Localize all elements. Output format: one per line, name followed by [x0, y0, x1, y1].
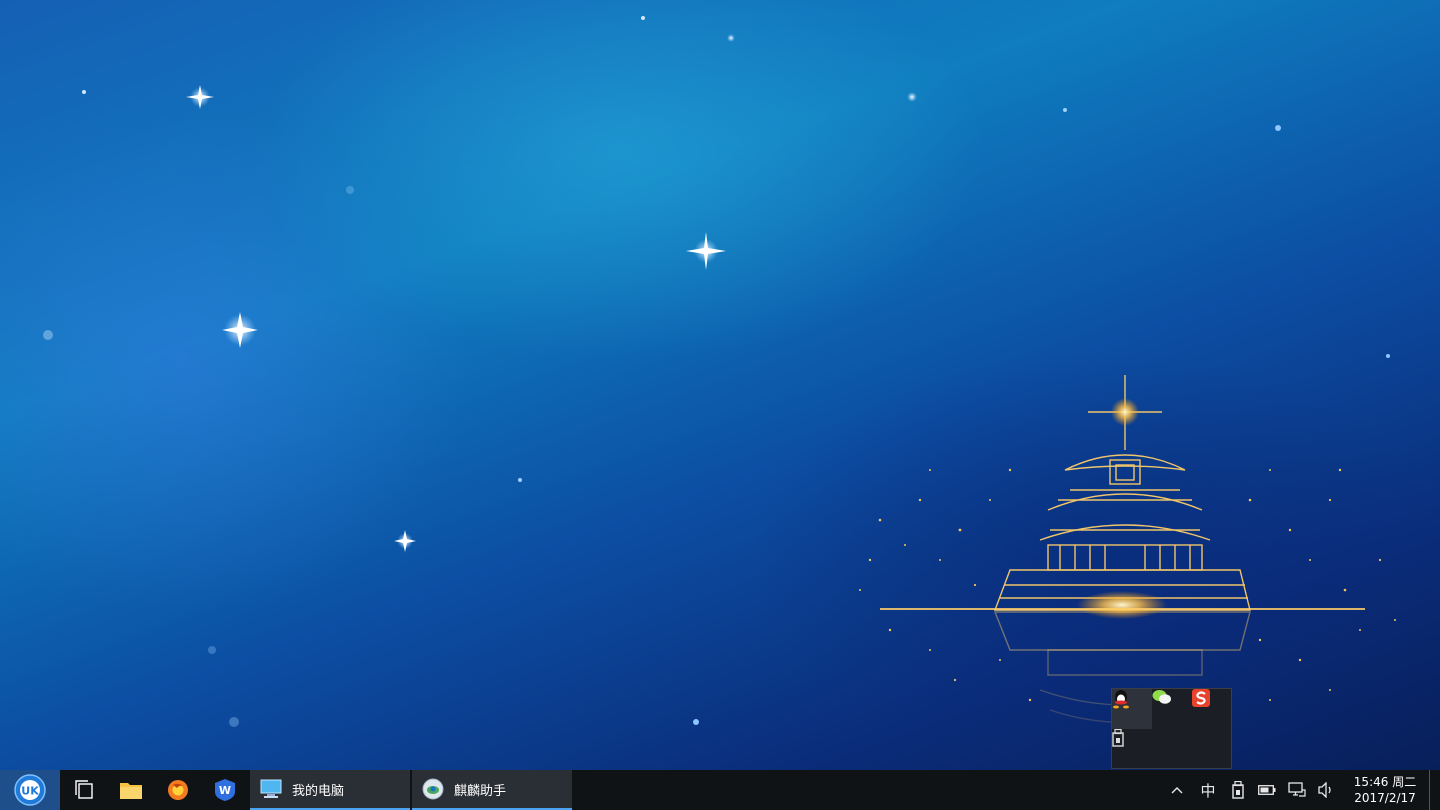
- task-my-computer[interactable]: 我的电脑: [250, 770, 410, 810]
- clock-time: 15:46 周二: [1353, 775, 1417, 789]
- volume-icon[interactable]: [1315, 770, 1337, 810]
- start-button[interactable]: UK: [0, 770, 60, 810]
- system-clock[interactable]: 15:46 周二 2017/2/17: [1346, 774, 1424, 806]
- chevron-up-icon: [1171, 787, 1183, 794]
- svg-text:UK: UK: [21, 785, 39, 798]
- computer-icon: [260, 779, 282, 799]
- task-kylin-assistant[interactable]: 麒麟助手: [412, 770, 572, 810]
- show-hidden-icons-button[interactable]: [1166, 770, 1188, 810]
- usb-device-icon[interactable]: [1228, 770, 1248, 810]
- input-method-indicator[interactable]: 中: [1196, 770, 1220, 810]
- task-view-icon[interactable]: [61, 770, 107, 810]
- desktop-wallpaper[interactable]: [0, 0, 1440, 770]
- task-label: 我的电脑: [292, 783, 345, 799]
- temple-of-heaven-art: [993, 375, 1251, 724]
- wechat-icon[interactable]: [1152, 689, 1192, 729]
- qq-icon[interactable]: [1112, 689, 1152, 729]
- show-desktop-button[interactable]: [1429, 770, 1430, 810]
- network-icon[interactable]: [1286, 770, 1308, 810]
- usb-drive-icon[interactable]: [1112, 729, 1152, 769]
- wallpaper-art: [43, 16, 1396, 727]
- clock-date: 2017/2/17: [1354, 791, 1416, 805]
- sogou-input-icon[interactable]: [1192, 689, 1232, 729]
- firefox-browser-icon[interactable]: [155, 770, 201, 810]
- kylin-logo-icon: UK: [14, 774, 46, 806]
- svg-text:W: W: [219, 784, 231, 797]
- tray-overflow-popup: [1111, 688, 1232, 769]
- taskbar: UK W 我的电脑 麒麟助手 中 15:46 周二 2017/2/17: [0, 770, 1440, 810]
- task-label: 麒麟助手: [454, 783, 507, 799]
- wps-office-icon[interactable]: W: [202, 770, 248, 810]
- kylin-assistant-icon: [422, 778, 444, 800]
- sparkle-stars: [43, 16, 1390, 727]
- file-manager-icon[interactable]: [108, 770, 154, 810]
- temple-base-glow: [1077, 591, 1167, 619]
- battery-icon[interactable]: [1256, 770, 1278, 810]
